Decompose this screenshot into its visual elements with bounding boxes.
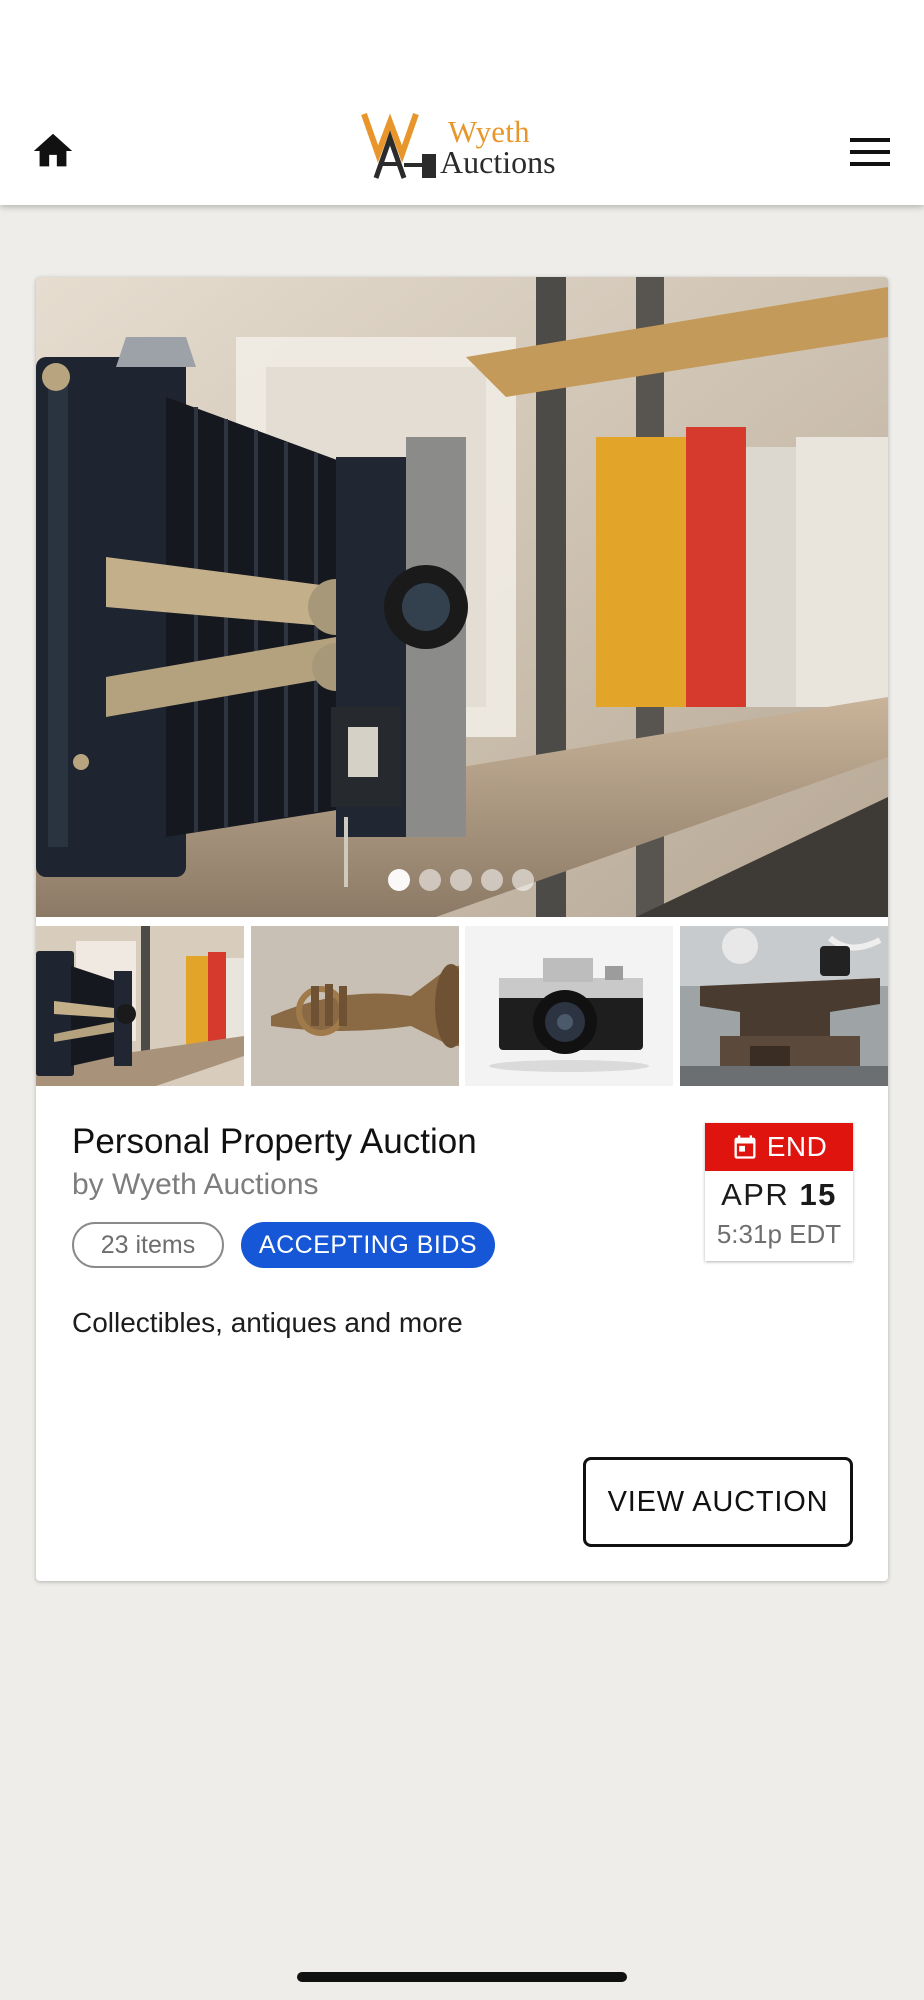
view-auction-button[interactable]: VIEW AUCTION <box>583 1457 853 1547</box>
items-count-badge: 23 items <box>72 1222 224 1268</box>
logo-text-line2: Auctions <box>440 144 556 180</box>
carousel-dot-2[interactable] <box>419 869 441 891</box>
thumbnail-folding-camera[interactable] <box>36 926 244 1086</box>
thumbnail-brass-horn[interactable] <box>250 926 459 1086</box>
auction-card: Personal Property Auction by Wyeth Aucti… <box>36 277 888 1581</box>
home-icon <box>33 133 73 167</box>
end-date: APR 15 <box>705 1177 853 1213</box>
calendar-icon <box>734 1135 756 1159</box>
thumbnail-image <box>250 926 459 1086</box>
thumbnail-image <box>36 926 244 1086</box>
hamburger-menu-icon <box>850 138 890 166</box>
end-label: END <box>766 1131 828 1162</box>
carousel-dot-1[interactable] <box>388 869 410 891</box>
carousel-dot-5[interactable] <box>512 869 534 891</box>
auction-description: Collectibles, antiques and more <box>72 1307 463 1338</box>
home-indicator-bar[interactable] <box>297 1972 627 1982</box>
carousel-dot-3[interactable] <box>450 869 472 891</box>
thumbnail-anvil[interactable] <box>679 926 888 1086</box>
auction-byline: by Wyeth Auctions <box>72 1168 319 1201</box>
end-day: 15 <box>799 1177 837 1212</box>
auction-end-date: END APR 15 5:31p EDT <box>705 1123 853 1261</box>
page: Wyeth Auctions Personal Property Auction… <box>0 0 924 2000</box>
logo-mark <box>361 113 436 179</box>
hero-image-folding-camera <box>36 277 888 917</box>
menu-button[interactable] <box>848 134 892 170</box>
home-button[interactable] <box>30 128 76 174</box>
app-header: Wyeth Auctions <box>0 0 924 205</box>
carousel-dot-4[interactable] <box>481 869 503 891</box>
thumbnail-strip <box>36 926 888 1086</box>
end-label-bar: END <box>705 1123 853 1171</box>
hero-image-carousel[interactable] <box>36 277 888 917</box>
status-badge: ACCEPTING BIDS <box>241 1222 495 1268</box>
end-time: 5:31p EDT <box>716 1219 842 1249</box>
auction-title[interactable]: Personal Property Auction <box>72 1122 477 1162</box>
end-month: APR <box>721 1177 790 1212</box>
thumbnail-image <box>679 926 888 1086</box>
thumbnail-film-camera[interactable] <box>465 926 674 1086</box>
thumbnail-image <box>465 926 674 1086</box>
carousel-indicators <box>388 869 534 891</box>
wyeth-auctions-logo[interactable]: Wyeth Auctions <box>360 108 570 184</box>
